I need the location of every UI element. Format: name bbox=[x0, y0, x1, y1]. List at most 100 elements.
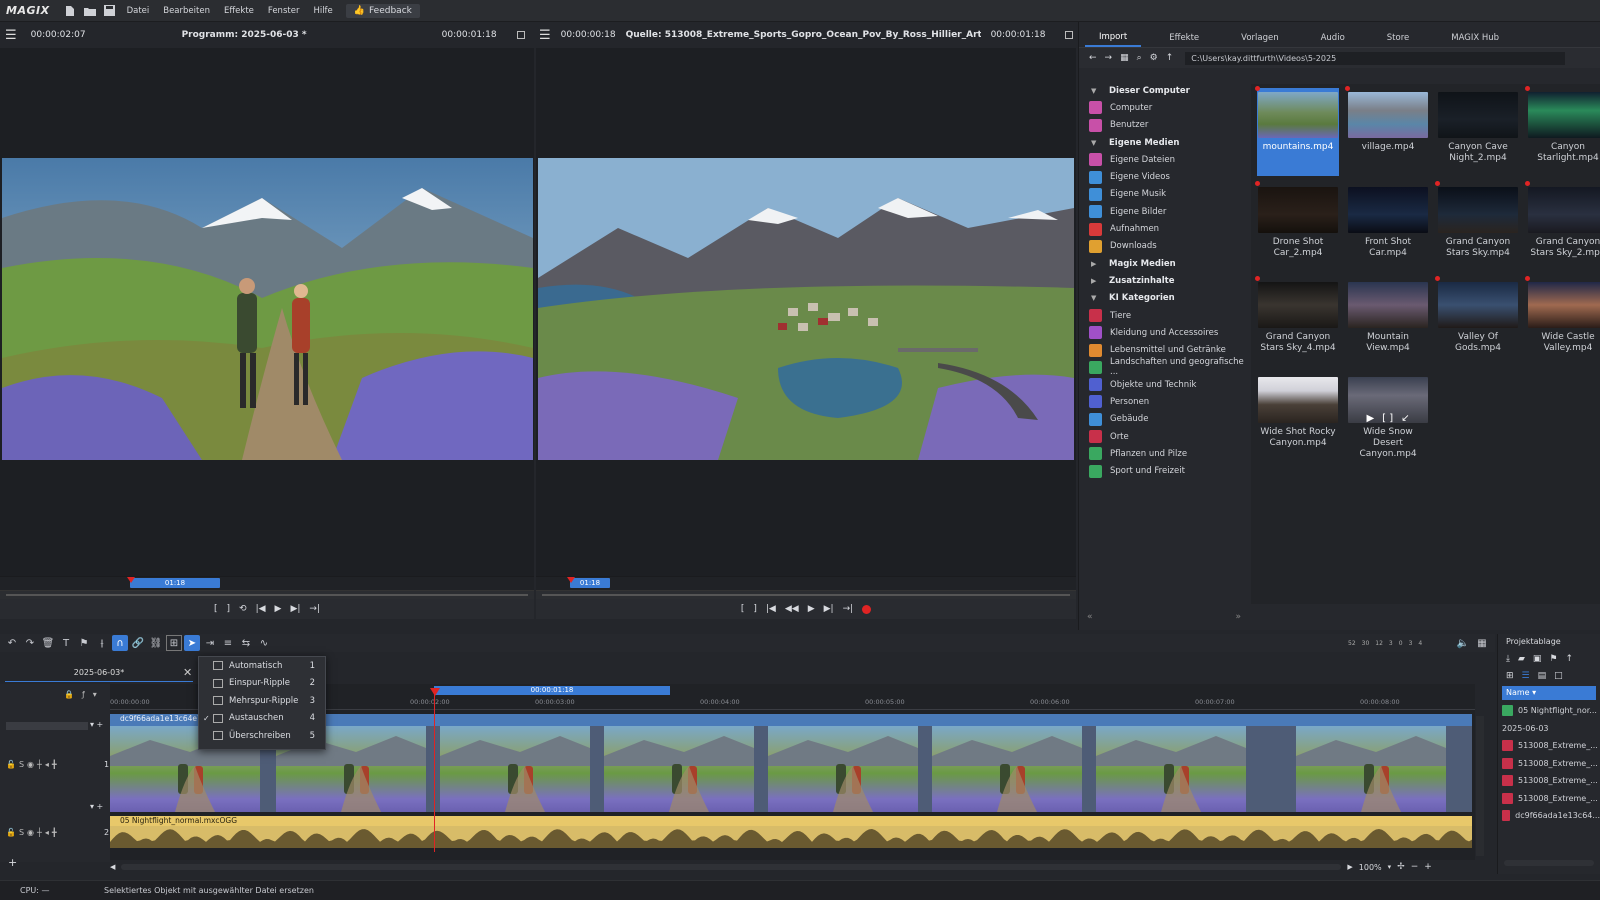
video-clip[interactable] bbox=[932, 726, 1082, 812]
tree-item[interactable]: Landschaften und geografische ... bbox=[1079, 357, 1249, 377]
tree-item[interactable]: Gebäude bbox=[1079, 411, 1249, 428]
media-thumbnail[interactable]: Drone Shot Car_2.mp4 bbox=[1257, 183, 1339, 271]
edit-mode-icon[interactable]: ⊞ bbox=[166, 635, 182, 651]
menu-effekte[interactable]: Effekte bbox=[217, 6, 261, 16]
tab-import[interactable]: Import bbox=[1085, 29, 1142, 47]
expanded-chevron-icon[interactable]: ▼ bbox=[1091, 87, 1101, 95]
project-bin-item[interactable]: 513008_Extreme_... bbox=[1498, 737, 1600, 755]
details-view-icon[interactable]: ▤ bbox=[1538, 671, 1547, 681]
record-icon[interactable] bbox=[862, 604, 872, 614]
tree-item[interactable]: Downloads bbox=[1079, 238, 1249, 255]
mark-out-icon[interactable]: ] bbox=[753, 604, 757, 614]
collapsed-chevron-icon[interactable]: ▶ bbox=[1091, 277, 1101, 285]
media-thumbnail[interactable]: village.mp4 bbox=[1347, 88, 1429, 176]
rewind-icon[interactable]: ◀◀ bbox=[785, 604, 799, 614]
video-track-name-field[interactable] bbox=[6, 722, 88, 730]
tab-store[interactable]: Store bbox=[1373, 29, 1423, 47]
tree-item[interactable]: Tiere bbox=[1079, 307, 1249, 324]
video-clip[interactable] bbox=[1096, 726, 1246, 812]
program-marker[interactable]: 01:18 bbox=[130, 578, 220, 588]
unlink-icon[interactable]: ⛓ bbox=[148, 635, 164, 651]
video-clip[interactable] bbox=[440, 726, 590, 812]
zoom-level[interactable]: 100% bbox=[1359, 863, 1382, 872]
tree-item[interactable]: Sport und Freizeit bbox=[1079, 463, 1249, 480]
audio-clip-header[interactable]: 05 Nightflight_normal.mxcOGG bbox=[110, 816, 1472, 826]
media-thumbnail[interactable]: mountains.mp4 bbox=[1257, 88, 1339, 176]
tree-item[interactable]: Eigene Videos bbox=[1079, 168, 1249, 185]
lock-icon[interactable]: 🔓 bbox=[6, 828, 16, 837]
track-icon[interactable]: ┼ bbox=[37, 828, 42, 837]
source-ruler[interactable]: 01:18 bbox=[536, 577, 1076, 591]
insert-icon[interactable]: ≡ bbox=[220, 635, 236, 651]
overwrite-icon[interactable]: ⇆ bbox=[238, 635, 254, 651]
tree-item[interactable]: Benutzer bbox=[1079, 117, 1249, 134]
expanded-chevron-icon[interactable]: ▼ bbox=[1091, 139, 1101, 147]
open-folder-icon[interactable] bbox=[83, 4, 97, 18]
play-icon[interactable]: ▶ bbox=[808, 604, 815, 614]
dropdown-icon[interactable]: ▾ bbox=[93, 690, 97, 699]
go-to-start-icon[interactable]: |◀ bbox=[766, 604, 776, 614]
playhead-handle[interactable] bbox=[430, 688, 440, 696]
lock-icon[interactable]: 🔒 bbox=[64, 690, 74, 699]
hamburger-menu-icon[interactable]: ☰ bbox=[539, 28, 551, 43]
tree-item[interactable]: Orte bbox=[1079, 428, 1249, 445]
search-icon[interactable]: ⌕ bbox=[1137, 53, 1142, 63]
feedback-button[interactable]: 👍 Feedback bbox=[345, 3, 420, 18]
eye-icon[interactable]: ◉ bbox=[27, 828, 34, 837]
project-bin-item[interactable]: 513008_Extreme_... bbox=[1498, 755, 1600, 773]
list-view-icon[interactable]: ☰ bbox=[1522, 671, 1530, 681]
lock-icon[interactable]: 🔓 bbox=[6, 760, 16, 769]
media-thumbnail[interactable]: Grand Canyon Stars Sky.mp4 bbox=[1437, 183, 1519, 271]
flag-icon[interactable]: ⚑ bbox=[1549, 654, 1557, 664]
solo-button[interactable]: S bbox=[19, 760, 24, 769]
view-mode-icon[interactable]: ▦ bbox=[1120, 53, 1129, 63]
menu-item-einspur-ripple[interactable]: Einspur-Ripple 2 bbox=[199, 675, 325, 693]
speaker-icon[interactable]: 🔈 bbox=[1455, 635, 1471, 651]
source-preview[interactable] bbox=[536, 48, 1076, 576]
tree-item[interactable]: ▼ Dieser Computer bbox=[1079, 82, 1249, 99]
audio-waveform[interactable] bbox=[110, 826, 1472, 848]
tree-item[interactable]: Personen bbox=[1079, 393, 1249, 410]
folder-icon[interactable]: ▰ bbox=[1518, 654, 1525, 664]
link-icon[interactable]: 🔗 bbox=[130, 635, 146, 651]
marker-flag-icon[interactable]: ⚑ bbox=[76, 635, 92, 651]
tree-item[interactable]: ▼ KI Kategorien bbox=[1079, 290, 1249, 307]
tree-item[interactable]: ▶ Zusatzinhalte bbox=[1079, 272, 1249, 289]
solo-button[interactable]: S bbox=[19, 828, 24, 837]
menu-hilfe[interactable]: Hilfe bbox=[306, 6, 339, 16]
tree-item[interactable]: ▶ Magix Medien bbox=[1079, 255, 1249, 272]
program-scrub-area[interactable]: 01:18 [ ] ⟲ |◀ ▶ ▶| →| bbox=[0, 576, 534, 619]
mark-in-icon[interactable]: [ bbox=[741, 604, 745, 614]
pointer-icon[interactable]: ➤ bbox=[184, 635, 200, 651]
source-scrollbar[interactable] bbox=[536, 591, 1076, 599]
tab-effekte[interactable]: Effekte bbox=[1155, 29, 1213, 47]
back-arrow-icon[interactable]: ← bbox=[1089, 53, 1097, 63]
text-icon[interactable]: T bbox=[58, 635, 74, 651]
video-clip[interactable] bbox=[1296, 726, 1446, 812]
scroll-left-icon[interactable]: ◀ bbox=[110, 863, 115, 871]
redo-icon[interactable]: ↷ bbox=[22, 635, 38, 651]
media-thumbnail[interactable]: Canyon Starlight.mp4 bbox=[1527, 88, 1600, 176]
new-file-icon[interactable] bbox=[63, 4, 77, 18]
scroll-right-icon[interactable]: ▶ bbox=[1347, 863, 1352, 871]
program-scrollbar[interactable] bbox=[0, 591, 534, 599]
track-2-dropdown-icon[interactable]: ▾ + bbox=[90, 802, 103, 811]
curve-icon[interactable]: ∿ bbox=[256, 635, 272, 651]
menu-item-austauschen[interactable]: ✓ Austauschen 4 bbox=[199, 710, 325, 728]
horizontal-scrollbar[interactable] bbox=[121, 864, 1342, 870]
fx-icon[interactable]: ╋ bbox=[52, 828, 57, 837]
import-icon[interactable]: ⤓ bbox=[1506, 654, 1510, 664]
project-bin-item[interactable]: 513008_Extreme_... bbox=[1498, 790, 1600, 808]
video-clip[interactable] bbox=[768, 726, 918, 812]
media-thumbnail[interactable]: Mountain View.mp4 bbox=[1347, 278, 1429, 366]
magnet-icon[interactable]: ∩ bbox=[112, 635, 128, 651]
solo-icon[interactable]: ƒ bbox=[82, 690, 85, 699]
step-forward-icon[interactable]: ▶| bbox=[824, 604, 834, 614]
forward-arrow-icon[interactable]: → bbox=[1105, 53, 1113, 63]
project-bin-scrollbar[interactable] bbox=[1504, 860, 1594, 866]
collapse-left-icon[interactable]: « bbox=[1087, 612, 1093, 622]
add-icon[interactable]: ↙ bbox=[1401, 413, 1409, 424]
tab-magix-hub[interactable]: MAGIX Hub bbox=[1437, 29, 1513, 47]
go-to-end-icon[interactable]: →| bbox=[843, 604, 854, 614]
menu-bearbeiten[interactable]: Bearbeiten bbox=[156, 6, 217, 16]
